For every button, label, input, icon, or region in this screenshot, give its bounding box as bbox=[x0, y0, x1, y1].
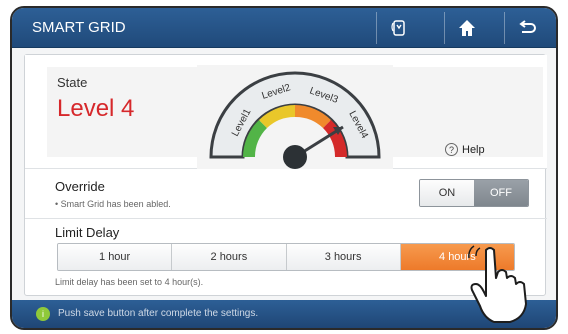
limit-delay-selector: 1 hour 2 hours 3 hours 4 hours bbox=[57, 243, 515, 271]
delay-option-2-hours[interactable]: 2 hours bbox=[172, 244, 287, 270]
help-button[interactable]: ? Help bbox=[445, 143, 485, 156]
back-icon bbox=[518, 20, 536, 33]
remote-icon bbox=[390, 20, 405, 36]
override-on-button[interactable]: ON bbox=[420, 180, 474, 206]
info-icon: i bbox=[36, 307, 50, 321]
home-button[interactable] bbox=[444, 12, 488, 44]
override-title: Override bbox=[55, 179, 105, 194]
override-off-button[interactable]: OFF bbox=[474, 180, 528, 206]
remote-button[interactable] bbox=[376, 12, 420, 44]
back-button[interactable] bbox=[504, 12, 548, 44]
help-label: Help bbox=[462, 143, 485, 156]
delay-option-1-hour[interactable]: 1 hour bbox=[58, 244, 173, 270]
state-card: State Level 4 bbox=[47, 67, 197, 157]
level-gauge: Level1 Level2 Level3 Level4 bbox=[197, 65, 393, 169]
window-title: SMART GRID bbox=[32, 19, 126, 36]
override-toggle[interactable]: ON OFF bbox=[419, 179, 529, 207]
limit-delay-note: Limit delay has been set to 4 hour(s). bbox=[55, 277, 204, 287]
titlebar: SMART GRID bbox=[12, 8, 556, 48]
override-section: Override • Smart Grid has been abled. ON… bbox=[25, 169, 547, 219]
gauge-hub bbox=[283, 145, 307, 169]
override-note: • Smart Grid has been abled. bbox=[55, 199, 171, 209]
state-section: State Level 4 Level1 Level2 Level3 Level… bbox=[25, 55, 547, 169]
state-label: State bbox=[57, 75, 88, 90]
home-icon bbox=[458, 20, 475, 36]
limit-delay-title: Limit Delay bbox=[55, 225, 120, 240]
help-icon: ? bbox=[445, 143, 458, 156]
pointing-hand-icon bbox=[468, 245, 527, 323]
state-value: Level 4 bbox=[57, 95, 135, 122]
status-message: Push save button after complete the sett… bbox=[58, 308, 259, 319]
delay-option-3-hours[interactable]: 3 hours bbox=[286, 244, 401, 270]
